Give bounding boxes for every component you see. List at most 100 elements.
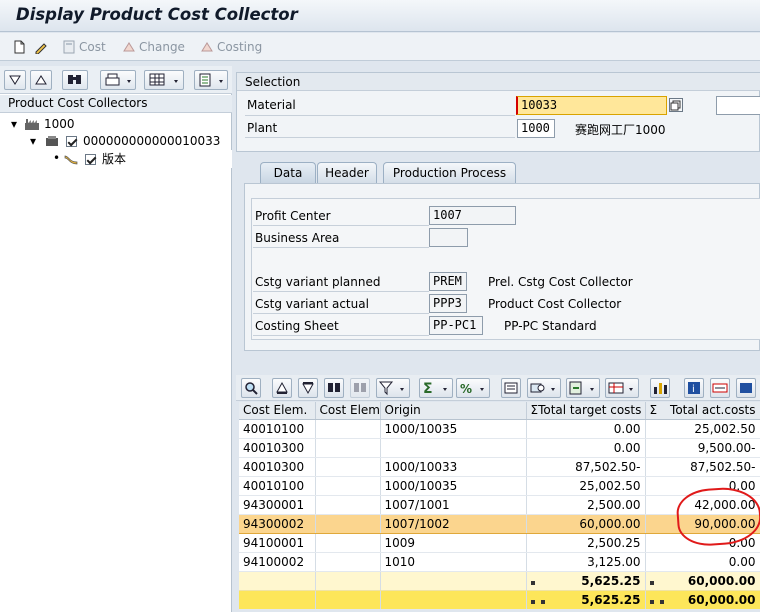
tab-header[interactable]: Header — [317, 162, 377, 183]
binoculars-icon — [328, 383, 340, 392]
material-input[interactable]: 10033 — [516, 96, 667, 115]
business-area-field — [429, 228, 468, 247]
cell-origin: 1009 — [380, 533, 527, 553]
details-button[interactable] — [241, 378, 261, 398]
costing-sheet-description: PP-PC Standard — [504, 319, 597, 333]
info-icon: i — [688, 382, 700, 395]
costing-icon — [201, 42, 213, 52]
tab-strip: Data Header Production Process — [244, 162, 760, 184]
version-icon — [64, 155, 78, 165]
cell-cost-elem-2 — [315, 495, 381, 515]
cell-target-cost: 0.00 — [526, 419, 646, 439]
tree-toolbar — [0, 66, 232, 94]
cell-cost-elem: 94300002 — [239, 513, 316, 534]
plant-input[interactable]: 1000 — [517, 119, 555, 138]
selection-title: Selection — [245, 75, 301, 89]
find-button[interactable] — [324, 378, 344, 398]
costing-button[interactable]: Costing — [200, 38, 262, 56]
binoculars-icon — [68, 75, 81, 84]
view-button[interactable] — [527, 378, 561, 398]
sort-descending-icon — [302, 382, 314, 395]
export-button[interactable] — [194, 70, 228, 90]
cv-planned-description: Prel. Cstg Cost Collector — [488, 275, 633, 289]
material-label: Material — [247, 98, 296, 112]
subtotal-button[interactable]: % — [456, 378, 490, 398]
more-button[interactable] — [736, 378, 756, 398]
column-header-cost-elem[interactable]: Cost Elem. — [239, 402, 316, 420]
cell-cost-elem-2 — [315, 457, 381, 477]
layout-button[interactable] — [144, 70, 184, 90]
cell-target-cost: 2,500.25 — [526, 533, 646, 553]
column-header-total-actual-costs[interactable]: Σ Total act.costs — [645, 402, 760, 420]
information-button[interactable]: i — [684, 378, 704, 398]
table-row[interactable]: 40010300 1000/10033 87,502.50- 87,502.50- — [239, 457, 760, 477]
application-toolbar: Cost Change Costing — [0, 33, 760, 61]
expand-arrow-icon[interactable]: ▾ — [30, 132, 36, 150]
display-change-button[interactable] — [34, 38, 48, 56]
tree-node-collector[interactable]: ▾ 000000000000010033 — [0, 132, 232, 150]
table-grid-icon — [149, 73, 178, 86]
total-target: 5,625.25 — [581, 592, 641, 607]
cell-target-cost: 2,500.00 — [526, 495, 646, 515]
find-button[interactable] — [62, 70, 88, 90]
change-button[interactable]: Change — [122, 38, 185, 56]
cell-actual-cost: 87,502.50- — [645, 457, 760, 477]
checkbox-checked-icon[interactable] — [85, 154, 96, 165]
total-row: 5,625.25 60,000.00 — [239, 590, 760, 610]
cell-origin: 1010 — [380, 552, 527, 572]
print-preview-button[interactable] — [501, 378, 521, 398]
column-header-total-target-costs[interactable]: Σ Total target costs — [526, 402, 646, 420]
page-title: Display Product Cost Collector — [16, 5, 298, 24]
tab-production-process[interactable]: Production Process — [383, 162, 516, 183]
print-button[interactable] — [100, 70, 136, 90]
layout-button[interactable] — [605, 378, 639, 398]
cost-button[interactable]: Cost — [62, 38, 106, 56]
profit-center-label: Profit Center — [255, 209, 331, 223]
cell-origin — [380, 438, 527, 458]
cell-cost-elem: 94300001 — [239, 495, 316, 515]
value-help-button[interactable] — [669, 98, 683, 112]
checkbox-checked-icon[interactable] — [66, 136, 77, 147]
title-bar: Display Product Cost Collector — [0, 0, 760, 32]
sort-ascending-button[interactable] — [272, 378, 292, 398]
table-row[interactable]: 40010100 1000/10035 0.00 25,002.50 — [239, 419, 760, 439]
filter-icon — [378, 381, 404, 396]
sort-descending-button[interactable] — [298, 378, 318, 398]
cell-actual-cost: 0.00 — [645, 552, 760, 572]
expand-arrow-icon[interactable]: ▾ — [11, 115, 17, 133]
tree-node-label: 版本 — [102, 152, 127, 166]
subtotal-target: 5,625.25 — [581, 573, 641, 588]
cell-cost-elem-2 — [315, 513, 381, 534]
sigma-icon: Σ — [530, 403, 539, 418]
total-actual: 60,000.00 — [687, 592, 756, 607]
cell-origin: 1000/10033 — [380, 457, 527, 477]
table-row[interactable]: 40010300 0.00 9,500.00- — [239, 438, 760, 458]
filter-button[interactable] — [376, 378, 410, 398]
cell-target-cost: 3,125.00 — [526, 552, 646, 572]
abc-analysis-button[interactable] — [710, 378, 730, 398]
sigma-icon: Σ — [649, 403, 658, 418]
tree-node-version[interactable]: • 版本 — [0, 150, 232, 168]
sum-button[interactable]: Σ — [419, 378, 453, 398]
tree-node-plant[interactable]: ▾ 1000 — [0, 115, 232, 133]
cell-origin: 1000/10035 — [380, 476, 527, 496]
collapse-button[interactable] — [30, 70, 52, 90]
column-header-cost-elem-2[interactable]: Cost Elem. — [315, 402, 381, 420]
sort-ascending-icon — [276, 381, 288, 394]
find-next-button[interactable] — [350, 378, 370, 398]
new-document-button[interactable] — [12, 38, 26, 56]
more-icon — [740, 383, 752, 393]
export-button[interactable] — [566, 378, 600, 398]
column-header-origin[interactable]: Origin — [380, 402, 527, 420]
table-row[interactable]: 40010100 1000/10035 25,002.50 0.00 — [239, 476, 760, 496]
calculator-icon — [63, 40, 75, 54]
binoculars-next-icon — [354, 383, 366, 392]
svg-text:Σ: Σ — [423, 381, 433, 397]
business-area-label: Business Area — [255, 231, 340, 245]
expand-button[interactable] — [4, 70, 26, 90]
tab-data[interactable]: Data — [260, 162, 316, 183]
print-preview-icon — [504, 382, 518, 394]
table-row[interactable]: 94100002 1010 3,125.00 0.00 — [239, 552, 760, 572]
chart-button[interactable] — [650, 378, 670, 398]
grid-toolbar: Σ % i — [236, 375, 760, 401]
